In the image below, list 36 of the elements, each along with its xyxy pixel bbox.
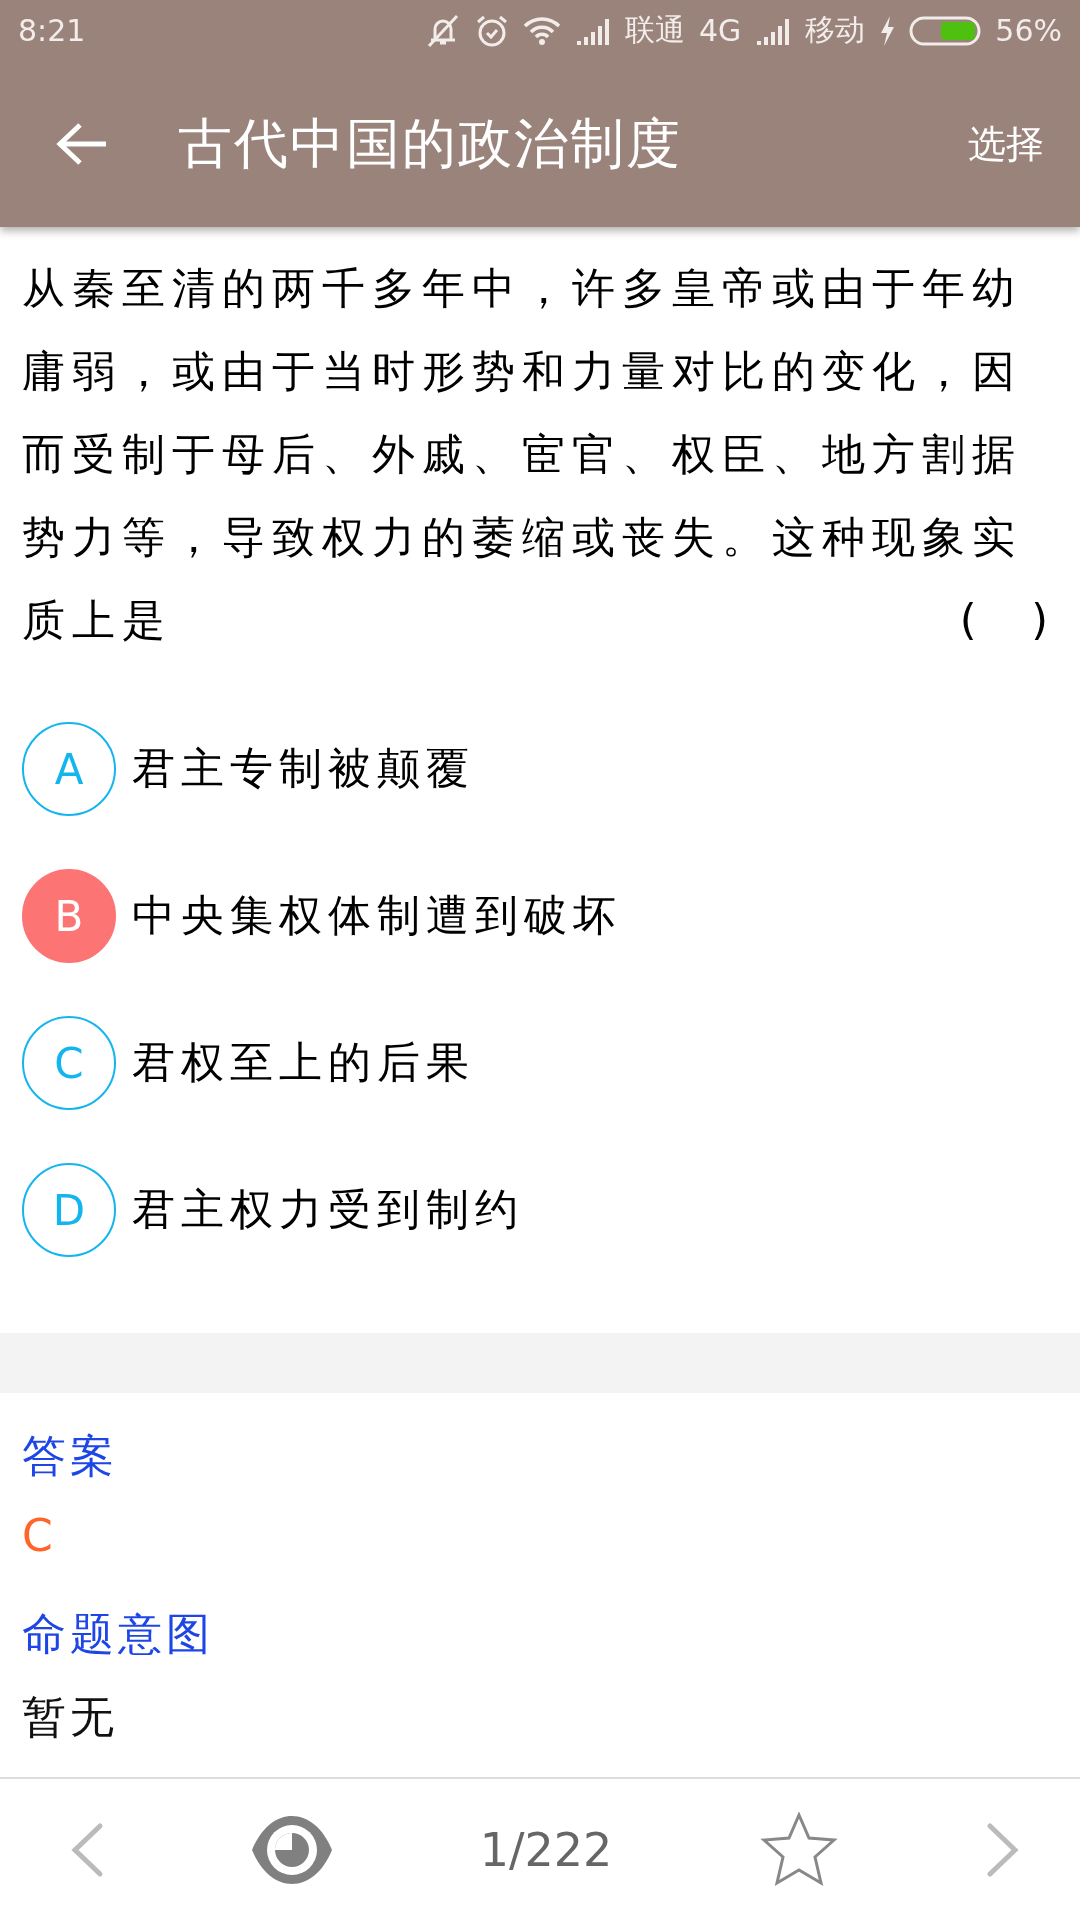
page-title: 古代中国的政治制度 <box>178 110 683 177</box>
signal-icon <box>755 16 792 45</box>
option-item[interactable]: D 君主权力受到制约 <box>22 1163 1058 1257</box>
wifi-icon <box>522 15 561 46</box>
previous-button[interactable] <box>70 1821 104 1878</box>
signal-icon <box>574 16 611 45</box>
battery-icon <box>909 15 982 46</box>
carrier-name: 移动 <box>805 11 866 49</box>
carrier-name: 联通 <box>624 11 685 49</box>
option-letter: D <box>22 1163 116 1257</box>
option-text: 君权至上的后果 <box>132 1036 475 1089</box>
next-button[interactable] <box>985 1821 1020 1878</box>
answer-value: C <box>22 1510 54 1561</box>
alarm-icon <box>474 13 509 48</box>
option-text: 中央集权体制遭到破坏 <box>132 889 622 942</box>
charging-icon <box>879 15 896 46</box>
status-time: 8:21 <box>18 13 86 48</box>
option-text: 君主权力受到制约 <box>132 1183 524 1236</box>
favorite-button[interactable] <box>759 1811 840 1888</box>
eye-button[interactable] <box>250 1813 333 1886</box>
battery-percent: 56% <box>995 13 1062 48</box>
option-item[interactable]: A 君主专制被颠覆 <box>22 722 1058 816</box>
option-text: 君主专制被颠覆 <box>132 742 475 795</box>
select-button[interactable]: 选择 <box>968 118 1044 170</box>
option-letter: C <box>22 1016 116 1110</box>
intent-value: 暂无 <box>22 1690 119 1744</box>
network-type: 4G <box>698 13 742 48</box>
intent-label: 命题意图 <box>22 1607 215 1661</box>
answer-label: 答案 <box>22 1429 119 1483</box>
back-button[interactable] <box>56 122 108 166</box>
option-item[interactable]: B 中央集权体制遭到破坏 <box>22 869 1058 963</box>
option-item[interactable]: C 君权至上的后果 <box>22 1016 1058 1110</box>
question-text: 从秦至清的两千多年中，许多皇帝或由于年幼庸弱，或由于当时形势和力量对比的变化，因而受制于母后、外戚、宦官、权臣、地方割据势力等，导致权力的萎缩或丧失。这种现象实质上是 ( ) <box>22 262 1049 647</box>
option-letter: A <box>22 722 116 816</box>
page-counter: 1/222 <box>479 1822 613 1877</box>
option-letter: B <box>22 869 116 963</box>
